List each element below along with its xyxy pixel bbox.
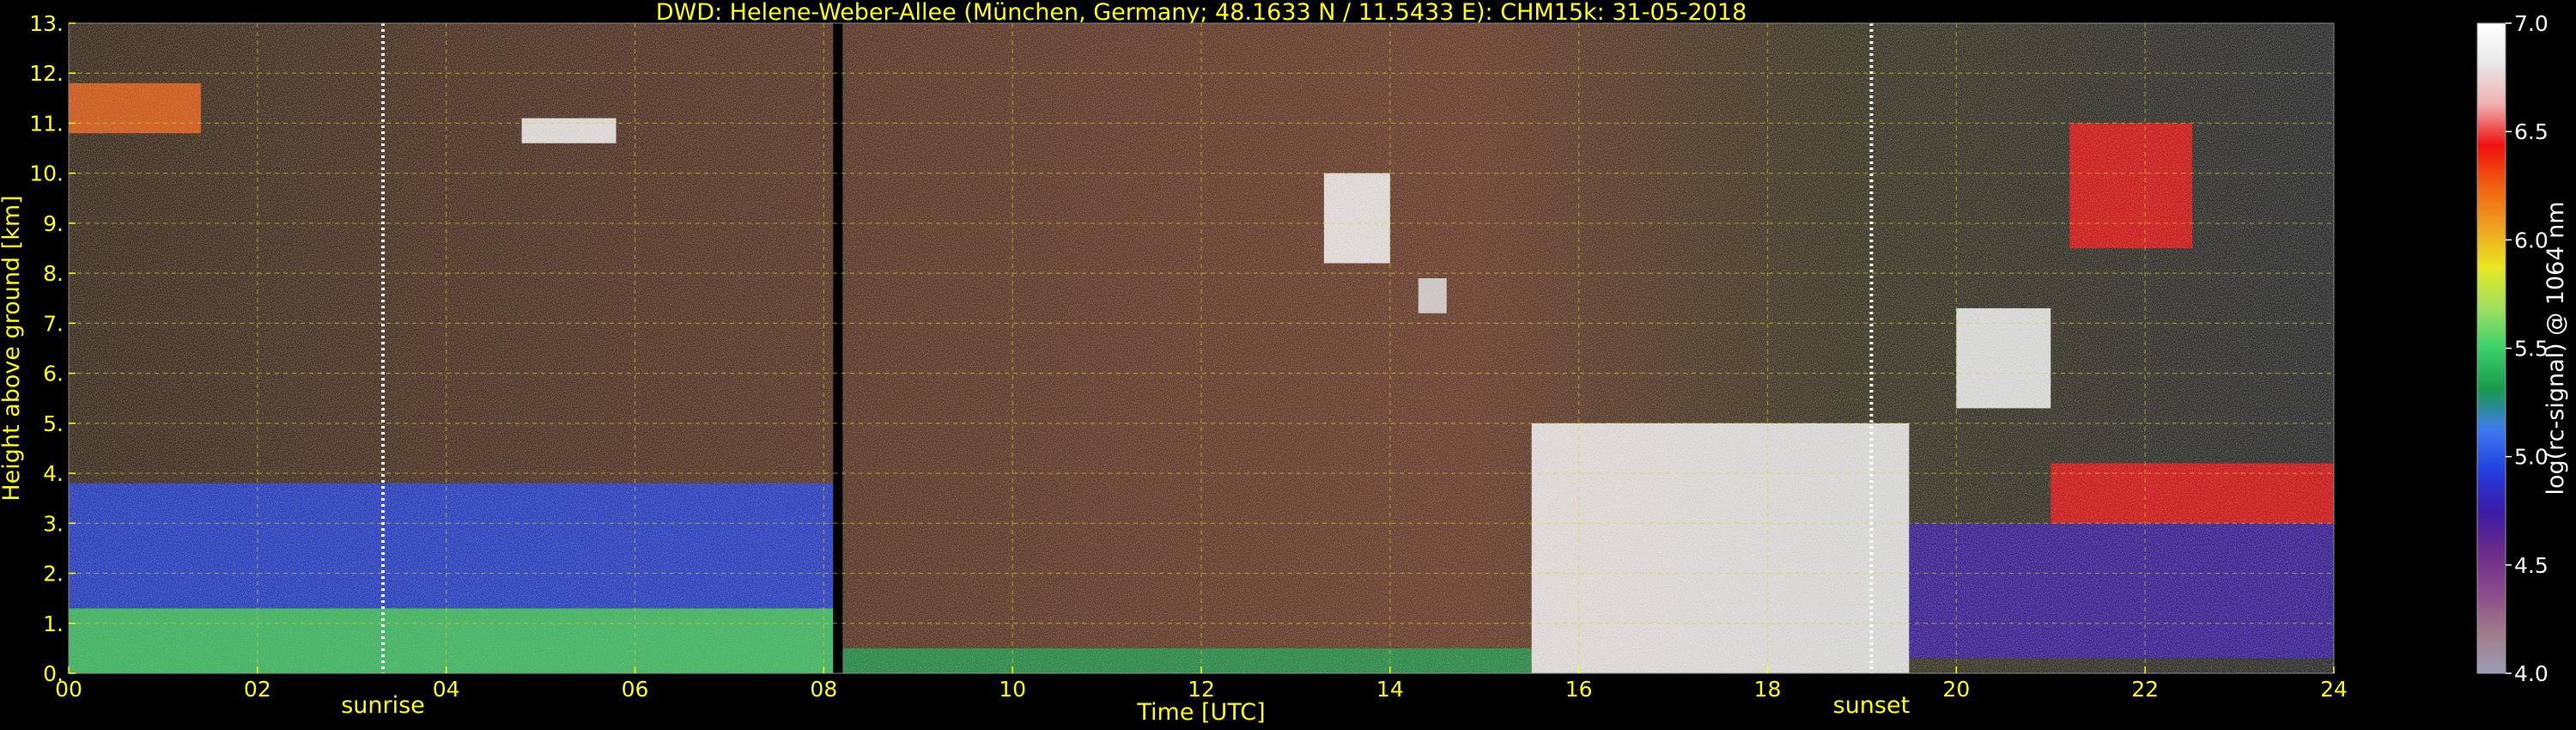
y-tick-label: 1. <box>43 611 64 636</box>
sun-event-labels: sunrise sunset <box>341 692 1910 719</box>
y-tick-label: 10. <box>29 161 64 186</box>
y-tick-label: 2. <box>43 562 64 587</box>
y-axis-label: Height above ground [km] <box>0 195 25 501</box>
x-tick-label: 22 <box>2131 677 2159 702</box>
y-tick-label: 8. <box>43 261 64 286</box>
chart-title: DWD: Helene-Weber-Allee (München, German… <box>656 0 1747 26</box>
x-tick-label: 14 <box>1376 677 1404 702</box>
y-tick-label: 6. <box>43 362 64 386</box>
x-tick-label: 12 <box>1188 677 1215 702</box>
colorbar-label: log(rc-signal) @ 1064 nm <box>2543 201 2569 495</box>
colorbar-tick-label: 7.0 <box>2514 11 2549 36</box>
y-tick-label: 4. <box>43 461 64 486</box>
y-tick-label: 0. <box>43 661 64 686</box>
data-gap <box>833 23 843 673</box>
sun-event-label: sunset <box>1833 692 1911 719</box>
x-tick-label: 04 <box>433 677 460 702</box>
y-tick-label: 13. <box>29 11 64 36</box>
y-tick-label: 9. <box>43 211 64 236</box>
colorbar-tick-label: 4.5 <box>2514 553 2549 578</box>
y-tick-label: 3. <box>43 511 64 536</box>
x-tick-label: 08 <box>810 677 837 702</box>
colorbar-tick-label: 4.0 <box>2514 661 2549 686</box>
y-tick-label: 12. <box>29 61 64 86</box>
x-tick-label: 02 <box>244 677 271 702</box>
sun-event-label: sunrise <box>341 692 425 719</box>
x-tick-label: 10 <box>999 677 1026 702</box>
colorbar-scale <box>2476 22 2506 674</box>
lidar-quicklook-chart: DWD: Helene-Weber-Allee (München, German… <box>0 0 2569 726</box>
x-tick-label: 18 <box>1754 677 1782 702</box>
x-tick-label: 16 <box>1565 677 1593 702</box>
x-tick-label: 24 <box>2320 677 2348 702</box>
colorbar-tick-label: 6.5 <box>2514 119 2549 144</box>
x-tick-label: 06 <box>622 677 649 702</box>
colorbar: 4.04.55.05.56.06.57.0 log(rc-signal) @ 1… <box>2476 11 2569 686</box>
y-tick-label: 7. <box>43 311 64 336</box>
x-tick-label: 20 <box>1942 677 1970 702</box>
y-tick-label: 11. <box>29 111 64 136</box>
y-tick-label: 5. <box>43 411 64 436</box>
x-axis-label: Time [UTC] <box>1136 699 1265 726</box>
